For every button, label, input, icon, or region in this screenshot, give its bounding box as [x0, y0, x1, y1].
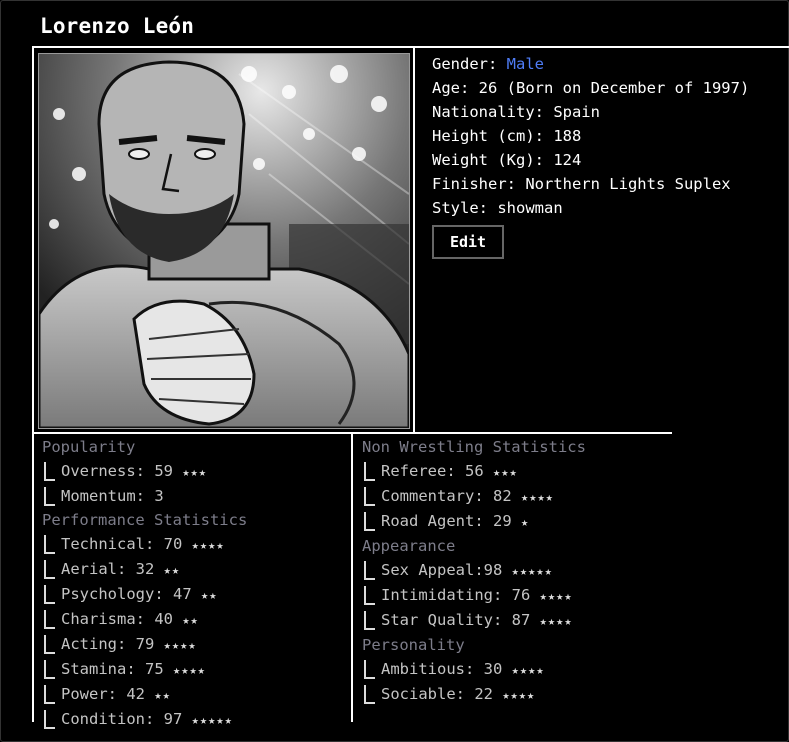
stat-row: Technical: 70 ★★★★	[42, 532, 247, 557]
gender-label: Gender:	[432, 55, 498, 73]
gender-value: Male	[506, 55, 544, 73]
stat-row: Sociable: 22 ★★★★	[362, 682, 586, 707]
stat-label: Ambitious: 30	[381, 660, 503, 678]
right-stats-column: Non Wrestling Statistics Referee: 56 ★★★ C…	[362, 435, 586, 707]
stat-label: Condition: 97	[61, 710, 183, 728]
star-rating-icon: ★★★★	[502, 688, 536, 702]
edit-button[interactable]: Edit	[432, 225, 504, 259]
stat-row: Power: 42 ★★	[42, 682, 247, 707]
star-rating-icon: ★★	[163, 563, 181, 577]
stat-label: Psychology: 47	[61, 585, 192, 603]
star-rating-icon: ★★★	[182, 465, 208, 479]
star-rating-icon: ★★★★★	[511, 564, 553, 578]
section-heading-popularity: Popularity	[42, 438, 136, 456]
star-rating-icon: ★★★★	[521, 490, 554, 504]
section-heading-performance-statistics: Performance Statistics	[42, 511, 248, 529]
stat-row: Referee: 56 ★★★	[362, 459, 586, 484]
star-rating-icon: ★★	[182, 613, 199, 627]
stat-label: Intimidating: 76	[381, 586, 531, 604]
star-rating-icon: ★★	[201, 588, 218, 602]
photo-right-divider	[413, 46, 415, 434]
stat-label: Sociable: 22	[381, 685, 493, 703]
section-heading-appearance: Appearance	[362, 537, 456, 555]
profile-details: Gender: Male Age: 26 (Born on December o…	[432, 52, 749, 220]
stat-label: Momentum: 3	[61, 487, 164, 505]
stats-column-divider	[351, 432, 353, 722]
section-heading-non-wrestling-statistics: Non Wrestling Statistics	[362, 438, 586, 456]
star-rating-icon: ★★	[154, 688, 171, 702]
stat-row: Intimidating: 76 ★★★★	[362, 583, 586, 608]
stat-label: Charisma: 40	[61, 610, 173, 628]
stat-label: Road Agent: 29	[381, 512, 512, 530]
stat-row: Charisma: 40 ★★	[42, 607, 247, 632]
stat-row: Acting: 79 ★★★★	[42, 632, 247, 657]
stat-label: Power: 42	[61, 685, 145, 703]
star-rating-icon: ★★★★	[173, 663, 206, 677]
star-rating-icon: ★★★★★	[191, 713, 233, 727]
stat-label: Stamina: 75	[61, 660, 164, 678]
stat-row: Stamina: 75 ★★★★	[42, 657, 247, 682]
stat-label: Commentary: 82	[381, 487, 512, 505]
section-heading-personality: Personality	[362, 636, 465, 654]
stat-row: Aerial: 32 ★★	[42, 557, 247, 582]
star-rating-icon: ★★★★	[511, 663, 545, 677]
stat-row: Momentum: 3	[42, 484, 247, 508]
star-rating-icon: ★	[521, 515, 530, 529]
weight-row: Weight (Kg): 124	[432, 151, 582, 169]
nationality-row: Nationality: Spain	[432, 103, 600, 121]
stat-label: Technical: 70	[61, 535, 183, 553]
wrestler-portrait	[38, 53, 410, 429]
stat-label: Acting: 79	[61, 635, 155, 653]
stat-row: Psychology: 47 ★★	[42, 582, 247, 607]
star-rating-icon: ★★★★	[539, 614, 573, 628]
stat-row: Condition: 97 ★★★★★	[42, 707, 247, 732]
stat-row: Commentary: 82 ★★★★	[362, 484, 586, 509]
left-divider	[32, 46, 34, 722]
wrestler-name: Lorenzo León	[40, 14, 195, 38]
age-row: Age: 26 (Born on December of 1997)	[432, 79, 750, 97]
stat-row: Overness: 59 ★★★	[42, 459, 247, 484]
top-divider	[32, 46, 789, 48]
stat-row: Road Agent: 29 ★	[362, 509, 586, 534]
left-stats-column: Popularity Overness: 59 ★★★ Momentum: 3 Per…	[42, 435, 247, 732]
stat-label: Aerial: 32	[61, 560, 155, 578]
gender-row: Gender: Male	[432, 52, 749, 76]
height-row: Height (cm): 188	[432, 127, 582, 145]
star-rating-icon: ★★★★	[539, 589, 573, 603]
star-rating-icon: ★★★	[493, 465, 518, 479]
stat-label: Sex Appeal:98	[381, 561, 503, 579]
stat-row: Sex Appeal:98 ★★★★★	[362, 558, 586, 583]
stat-row: Ambitious: 30 ★★★★	[362, 657, 586, 682]
stat-row: Star Quality: 87 ★★★★	[362, 608, 586, 633]
stat-label: Referee: 56	[381, 462, 484, 480]
star-rating-icon: ★★★★	[191, 538, 225, 552]
stat-label: Overness: 59	[61, 462, 173, 480]
finisher-row: Finisher: Northern Lights Suplex	[432, 175, 731, 193]
stat-label: Star Quality: 87	[381, 611, 531, 629]
style-row: Style: showman	[432, 199, 563, 217]
star-rating-icon: ★★★★	[163, 638, 197, 652]
